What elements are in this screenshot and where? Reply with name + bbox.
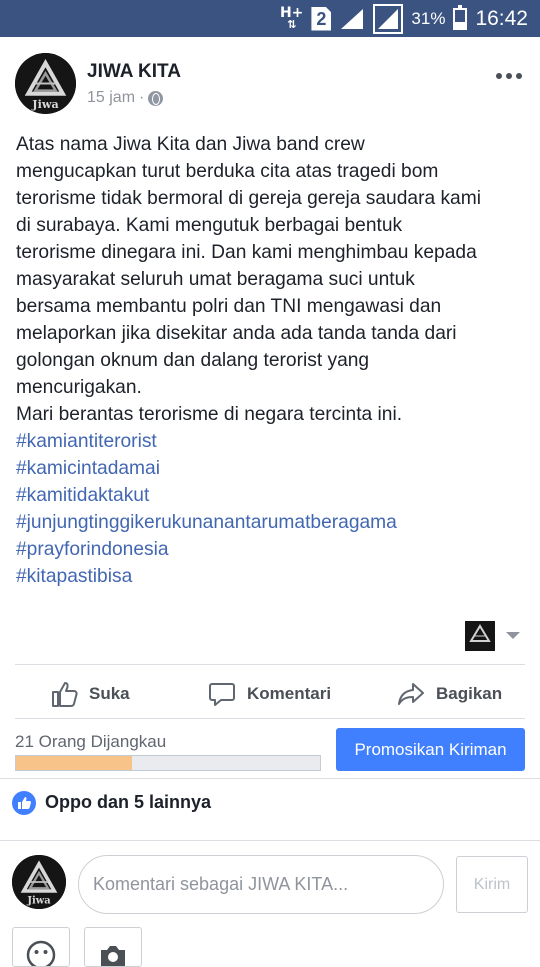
likes-summary[interactable]: Oppo dan 5 lainnya xyxy=(45,792,211,813)
reach-progress-bar xyxy=(15,755,321,771)
reach-count: 21 Orang Dijangkau xyxy=(15,732,167,751)
like-label: Suka xyxy=(89,684,130,703)
meta-separator: · xyxy=(139,89,145,106)
jiwa-kita-logo: Jiwa xyxy=(12,855,66,909)
actor-switcher-avatar[interactable] xyxy=(465,621,495,651)
signal-icon-secondary xyxy=(373,3,404,34)
status-bar: H+ ⇅ 2 31% 16:42 xyxy=(0,0,540,37)
speech-bubble-icon xyxy=(209,683,235,706)
hashtag-link[interactable]: #kamitidaktakut xyxy=(16,482,397,509)
hashtag-link[interactable]: #junjungtinggikerukunanantarumatberagama xyxy=(16,509,397,536)
network-type-indicator: H+ ⇅ xyxy=(280,6,303,31)
avatar-caption: Jiwa xyxy=(31,98,58,111)
like-reaction-icon xyxy=(12,791,36,815)
battery-level xyxy=(455,21,466,28)
post-line: bersama membantu polri dan TNI mengawasi… xyxy=(16,296,442,317)
post-line: Mari berantas terorisme di negara tercin… xyxy=(16,404,403,425)
post-line: golongan oknum dan dalang terorist yang xyxy=(16,350,370,371)
comment-button[interactable]: Komentari xyxy=(207,676,331,712)
divider xyxy=(15,718,525,719)
chevron-down-icon[interactable] xyxy=(506,632,520,639)
send-comment-button[interactable]: Kirim xyxy=(456,856,528,913)
post-line: masyarakat seluruh umat beragama suci un… xyxy=(16,269,415,290)
comment-input[interactable] xyxy=(78,855,444,914)
thumbs-up-icon xyxy=(18,797,31,809)
hashtag-link[interactable]: #kamicintadamai xyxy=(16,455,397,482)
sim-slot-icon: 2 xyxy=(311,6,332,31)
hashtag-list: #kamiantiterorist #kamicintadamai #kamit… xyxy=(16,428,397,590)
post-timestamp[interactable]: 15 jam xyxy=(87,89,135,107)
post-line: terorisme dinegara ini. Dan kami menghim… xyxy=(16,242,477,263)
avatar-caption: Jiwa xyxy=(26,896,51,907)
post-author-name[interactable]: JIWA KITA xyxy=(87,61,181,83)
hashtag-link[interactable]: #kamiantiterorist xyxy=(16,428,397,455)
post-line: di surabaya. Kami mengutuk berbagai bent… xyxy=(16,215,403,236)
post-line: mencurigakan. xyxy=(16,377,142,398)
jiwa-kita-logo-small xyxy=(465,621,495,651)
share-label: Bagikan xyxy=(436,684,503,703)
post-meta: 15 jam · xyxy=(87,89,164,107)
like-button[interactable]: Suka xyxy=(49,676,130,712)
divider xyxy=(15,664,525,665)
share-button[interactable]: Bagikan xyxy=(396,676,502,712)
divider xyxy=(0,840,540,841)
post-text: Atas nama Jiwa Kita dan Jiwa band crew m… xyxy=(16,131,531,428)
commenter-avatar: Jiwa xyxy=(12,855,66,909)
emoji-button[interactable] xyxy=(12,927,70,967)
post-line: mengucapkan turut berduka cita atas trag… xyxy=(16,161,439,182)
post-line: terorisme tidak bermoral di gereja gerej… xyxy=(16,188,481,209)
reach-progress-fill xyxy=(16,756,132,770)
thumbs-up-icon xyxy=(52,682,78,707)
promote-post-button[interactable]: Promosikan Kiriman xyxy=(336,728,525,771)
hashtag-link[interactable]: #kitapastibisa xyxy=(16,563,397,590)
hashtag-link[interactable]: #prayforindonesia xyxy=(16,536,397,563)
camera-icon xyxy=(101,946,125,966)
page-avatar[interactable]: Jiwa xyxy=(15,53,76,114)
more-horizontal-icon xyxy=(496,73,502,79)
camera-button[interactable] xyxy=(84,927,142,967)
battery-icon xyxy=(453,4,468,30)
emoji-icon xyxy=(26,940,56,966)
more-options-button[interactable] xyxy=(494,66,524,86)
signal-icon xyxy=(341,8,364,29)
post-line: melaporkan jika disekitar anda ada tanda… xyxy=(16,323,457,344)
status-icons: H+ ⇅ 2 31% 16:42 xyxy=(280,0,528,37)
battery-percent: 31% xyxy=(411,8,446,28)
comment-label: Komentari xyxy=(247,684,332,703)
globe-icon xyxy=(148,90,164,106)
post-line: Atas nama Jiwa Kita dan Jiwa band crew xyxy=(16,134,365,155)
share-arrow-icon xyxy=(398,683,424,705)
jiwa-kita-logo: Jiwa xyxy=(15,53,76,114)
divider xyxy=(0,778,540,779)
clock: 16:42 xyxy=(475,6,528,30)
